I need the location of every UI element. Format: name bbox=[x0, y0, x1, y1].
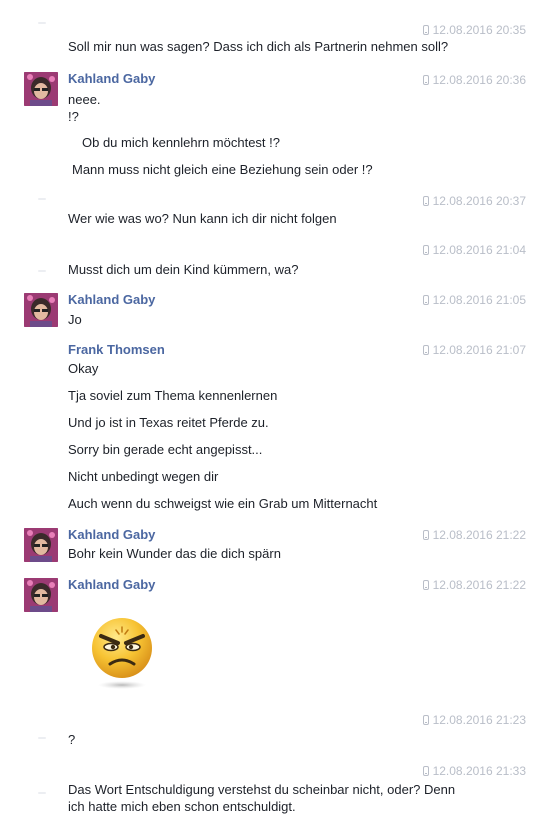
avatar-placeholder bbox=[38, 198, 46, 200]
message-text: Auch wenn du schweigst wie ein Grab um M… bbox=[68, 496, 378, 511]
message-text: Bohr kein Wunder das die dich spärn bbox=[68, 546, 281, 561]
message-text: Okay bbox=[68, 361, 99, 376]
message-timestamp: 12.08.2016 20:35 bbox=[422, 23, 526, 37]
message-text: Ob du mich kennlehrn möchtest !? bbox=[82, 135, 280, 150]
message-text: neee. bbox=[68, 92, 101, 107]
message-text: Und jo ist in Texas reitet Pferde zu. bbox=[68, 415, 269, 430]
message-text: Musst dich um dein Kind kümmern, wa? bbox=[68, 262, 299, 277]
message-text: ? bbox=[68, 732, 76, 747]
message-text: Nicht unbedingt wegen dir bbox=[68, 469, 219, 484]
message-timestamp: 12.08.2016 20:37 bbox=[422, 194, 526, 208]
avatar-placeholder bbox=[38, 270, 46, 272]
avatar[interactable] bbox=[24, 528, 58, 562]
message-text: !? bbox=[68, 109, 79, 124]
message-timestamp: 12.08.2016 21:07 bbox=[422, 343, 526, 357]
avatar[interactable] bbox=[24, 578, 58, 612]
mobile-phone-icon bbox=[422, 715, 429, 725]
message-text: Tja soviel zum Thema kennenlernen bbox=[68, 388, 278, 403]
message-timestamp: 12.08.2016 21:22 bbox=[422, 578, 526, 592]
mobile-phone-icon bbox=[422, 530, 429, 540]
sender-name[interactable]: Kahland Gaby bbox=[68, 292, 155, 307]
message-text: Soll mir nun was sagen? Dass ich dich al… bbox=[68, 39, 449, 54]
avatar-placeholder bbox=[38, 22, 46, 24]
mobile-phone-icon bbox=[422, 295, 429, 305]
message-text: Jo bbox=[68, 312, 82, 327]
angry-face-emoji-icon bbox=[88, 612, 160, 692]
avatar-placeholder bbox=[38, 792, 46, 794]
message-text: Das Wort Entschuldigung verstehst du sch… bbox=[68, 782, 456, 797]
sender-name[interactable]: Frank Thomsen bbox=[68, 342, 165, 357]
message-text: Sorry bin gerade echt angepisst... bbox=[68, 442, 263, 457]
message-text: Wer wie was wo? Nun kann ich dir nicht f… bbox=[68, 211, 337, 226]
message-timestamp: 12.08.2016 21:33 bbox=[422, 764, 526, 778]
message-timestamp: 12.08.2016 20:36 bbox=[422, 73, 526, 87]
mobile-phone-icon bbox=[422, 580, 429, 590]
mobile-phone-icon bbox=[422, 245, 429, 255]
mobile-phone-icon bbox=[422, 766, 429, 776]
message-text: Mann muss nicht gleich eine Beziehung se… bbox=[72, 162, 373, 177]
sender-name[interactable]: Kahland Gaby bbox=[68, 71, 155, 86]
message-timestamp: 12.08.2016 21:22 bbox=[422, 528, 526, 542]
message-timestamp: 12.08.2016 21:05 bbox=[422, 293, 526, 307]
avatar[interactable] bbox=[24, 293, 58, 327]
avatar-placeholder bbox=[38, 737, 46, 739]
sender-name[interactable]: Kahland Gaby bbox=[68, 527, 155, 542]
avatar[interactable] bbox=[24, 72, 58, 106]
mobile-phone-icon bbox=[422, 75, 429, 85]
message-timestamp: 12.08.2016 21:23 bbox=[422, 713, 526, 727]
message-timestamp: 12.08.2016 21:04 bbox=[422, 243, 526, 257]
message-text: ich hatte mich eben schon entschuldigt. bbox=[68, 799, 296, 814]
mobile-phone-icon bbox=[422, 196, 429, 206]
mobile-phone-icon bbox=[422, 345, 429, 355]
sender-name[interactable]: Kahland Gaby bbox=[68, 577, 155, 592]
mobile-phone-icon bbox=[422, 25, 429, 35]
